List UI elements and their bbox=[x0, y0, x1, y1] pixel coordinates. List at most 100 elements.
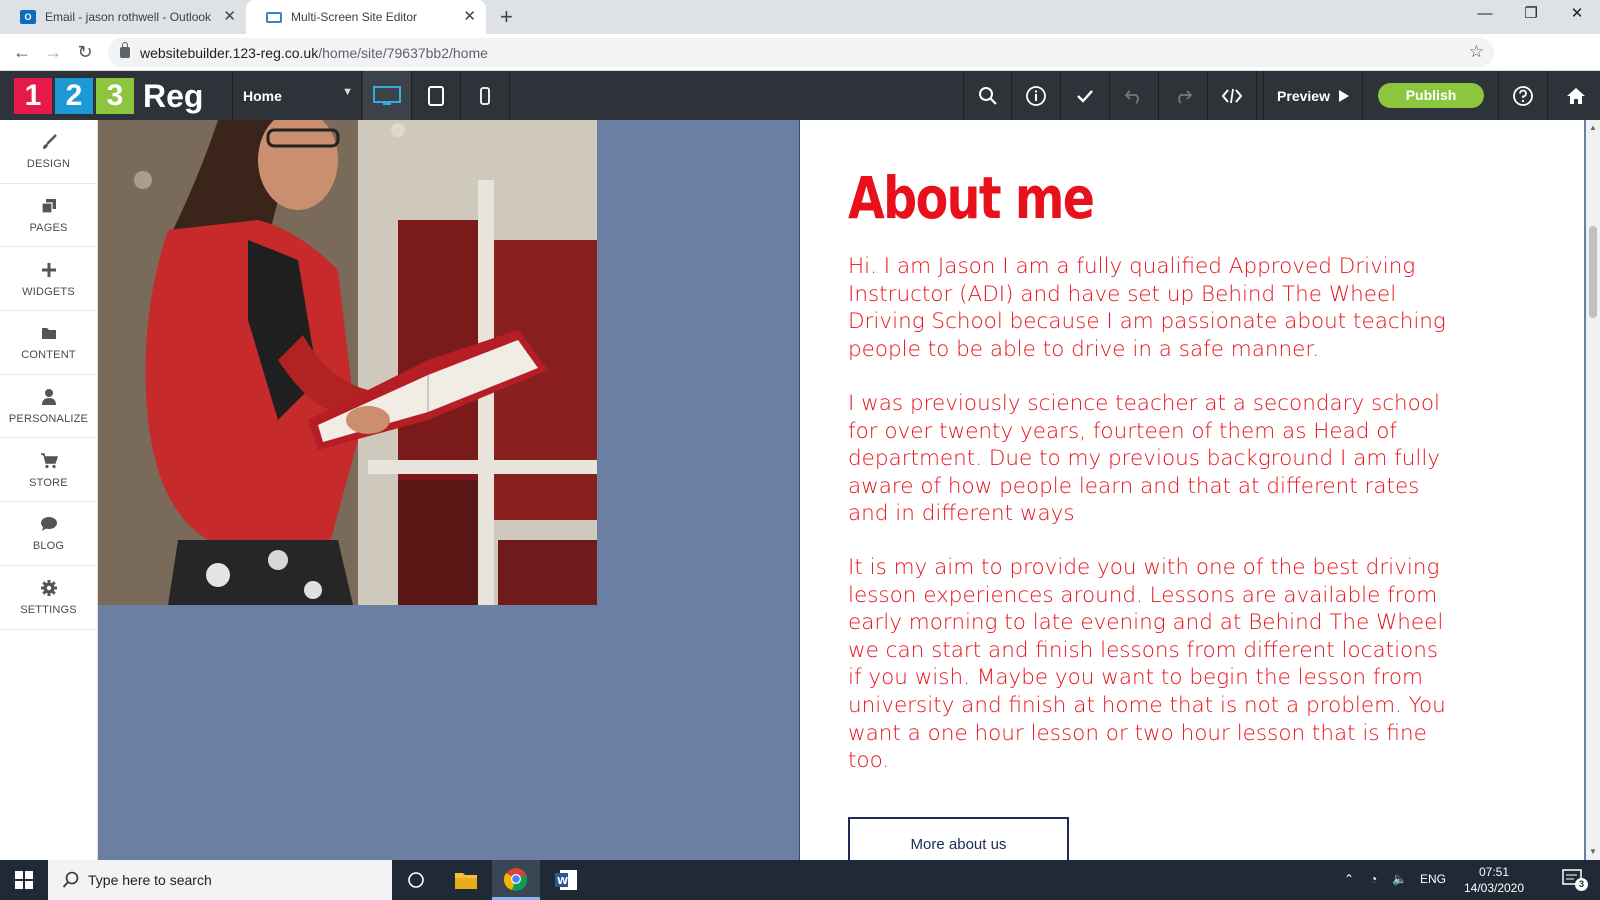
restore-button[interactable]: ❐ bbox=[1508, 4, 1554, 24]
redo-button[interactable] bbox=[1159, 71, 1208, 120]
close-window-button[interactable]: ✕ bbox=[1554, 4, 1600, 24]
gear-icon bbox=[40, 578, 58, 598]
lock-icon bbox=[120, 42, 130, 58]
url-path: /home/site/79637bb2/home bbox=[318, 44, 488, 61]
plus-icon bbox=[41, 260, 57, 280]
folder-icon bbox=[455, 873, 477, 889]
checkmark-icon bbox=[1077, 89, 1093, 103]
brush-icon bbox=[40, 132, 58, 152]
canvas-scrollbar[interactable]: ▲ ▼ bbox=[1586, 120, 1600, 860]
sidebar-item-personalize[interactable]: PERSONALIZE bbox=[0, 375, 97, 439]
forward-arrow-icon[interactable]: → bbox=[41, 41, 65, 63]
speech-bubble-icon bbox=[40, 514, 58, 534]
undo-button[interactable] bbox=[1110, 71, 1159, 120]
mobile-view-button[interactable] bbox=[461, 71, 510, 120]
preview-button[interactable]: Preview bbox=[1263, 71, 1363, 120]
home-button[interactable] bbox=[1551, 71, 1600, 120]
wifi-icon[interactable]: ◔ bbox=[1370, 872, 1377, 886]
notification-count-badge: 3 bbox=[1575, 878, 1588, 891]
clock[interactable]: 07:51 14/03/2020 bbox=[1454, 864, 1534, 896]
sidebar-item-content[interactable]: CONTENT bbox=[0, 311, 97, 375]
tablet-view-button[interactable] bbox=[412, 71, 461, 120]
outlook-icon: O bbox=[20, 10, 36, 24]
language-indicator[interactable]: ENG bbox=[1420, 872, 1446, 886]
site-editor-icon bbox=[266, 11, 282, 23]
sidebar-item-design[interactable]: DESIGN bbox=[0, 120, 97, 184]
tab-outlook[interactable]: O Email - jason rothwell - Outlook ✕ bbox=[0, 0, 246, 34]
search-icon bbox=[62, 871, 79, 888]
windows-taskbar: Type here to search W ⌃ ◔ 🔈 ENG 07:51 14… bbox=[0, 860, 1600, 900]
mobile-icon bbox=[480, 86, 490, 105]
publish-button[interactable]: Publish bbox=[1378, 83, 1484, 108]
task-view-icon bbox=[408, 872, 424, 888]
editor-sidebar: DESIGN PAGES WIDGETS CONTENT PERSONALIZE… bbox=[0, 120, 98, 860]
sidebar-item-label: PAGES bbox=[29, 222, 68, 235]
taskbar-search-field[interactable]: Type here to search bbox=[48, 860, 392, 900]
sidebar-item-label: STORE bbox=[29, 476, 68, 489]
task-view-button[interactable] bbox=[392, 860, 440, 900]
windows-logo-icon bbox=[15, 871, 33, 889]
sidebar-item-settings[interactable]: SETTINGS bbox=[0, 566, 97, 630]
info-button[interactable] bbox=[1012, 71, 1061, 120]
logo-digit-1: 1 bbox=[14, 78, 52, 114]
about-section[interactable]: About me Hi. I am Jason I am a fully qua… bbox=[799, 120, 1584, 860]
chrome-button[interactable] bbox=[492, 860, 540, 900]
clock-date: 14/03/2020 bbox=[1463, 881, 1525, 895]
sidebar-item-pages[interactable]: PAGES bbox=[0, 184, 97, 248]
scroll-up-arrow-icon[interactable]: ▲ bbox=[1589, 123, 1597, 132]
bookmark-star-icon[interactable]: ☆ bbox=[1469, 42, 1484, 62]
desktop-view-button[interactable] bbox=[363, 71, 412, 120]
help-button[interactable] bbox=[1499, 71, 1548, 120]
editor-toolbar: 1 2 3 Reg Home ▼ Preview Publish bbox=[0, 71, 1600, 120]
minimize-button[interactable]: — bbox=[1462, 4, 1508, 24]
back-arrow-icon[interactable]: ← bbox=[10, 41, 34, 63]
page-selector-dropdown[interactable]: Home ▼ bbox=[232, 71, 362, 120]
search-placeholder: Type here to search bbox=[88, 872, 212, 888]
volume-icon[interactable]: 🔈 bbox=[1392, 872, 1407, 886]
sidebar-item-label: DESIGN bbox=[26, 158, 71, 171]
woman-reading-book-image[interactable] bbox=[98, 120, 597, 605]
reload-icon[interactable]: ↻ bbox=[73, 41, 97, 63]
close-tab-icon[interactable]: ✕ bbox=[223, 9, 236, 25]
start-button[interactable] bbox=[0, 860, 48, 900]
info-icon bbox=[1026, 85, 1046, 106]
search-icon bbox=[978, 86, 997, 105]
word-icon: W bbox=[555, 870, 577, 890]
123-reg-logo[interactable]: 1 2 3 Reg bbox=[14, 78, 203, 114]
show-hidden-icons-icon[interactable]: ⌃ bbox=[1344, 872, 1354, 886]
code-button[interactable] bbox=[1208, 71, 1257, 120]
code-icon bbox=[1221, 88, 1243, 103]
tab-site-editor[interactable]: Multi-Screen Site Editor ✕ bbox=[246, 0, 486, 34]
tab-title: Email - jason rothwell - Outlook bbox=[45, 10, 212, 24]
about-heading: About me bbox=[848, 164, 1095, 232]
sidebar-item-label: PERSONALIZE bbox=[8, 413, 89, 426]
sidebar-item-store[interactable]: STORE bbox=[0, 438, 97, 503]
redo-icon bbox=[1178, 89, 1193, 104]
action-center-button[interactable]: 3 bbox=[1562, 869, 1588, 891]
system-tray: ⌃ ◔ 🔈 ENG 07:51 14/03/2020 3 bbox=[1340, 860, 1600, 900]
file-explorer-button[interactable] bbox=[442, 860, 490, 900]
close-tab-icon[interactable]: ✕ bbox=[463, 9, 476, 25]
preview-label: Preview bbox=[1277, 87, 1330, 104]
address-bar-row: ← → ↻ websitebuilder.123-reg.co.uk/home/… bbox=[0, 34, 1600, 98]
word-button[interactable]: W bbox=[542, 860, 590, 900]
sidebar-item-blog[interactable]: BLOG bbox=[0, 502, 97, 566]
checkmark-button[interactable] bbox=[1061, 71, 1110, 120]
svg-text:W: W bbox=[557, 876, 568, 887]
sidebar-item-widgets[interactable]: WIDGETS bbox=[0, 247, 97, 312]
logo-text: Reg bbox=[143, 77, 204, 114]
search-button[interactable] bbox=[963, 71, 1012, 120]
logo-digit-3: 3 bbox=[96, 78, 134, 114]
more-about-us-button[interactable]: More about us bbox=[848, 817, 1069, 860]
scroll-down-arrow-icon[interactable]: ▼ bbox=[1589, 847, 1597, 856]
chrome-icon bbox=[504, 867, 528, 891]
scrollbar-thumb[interactable] bbox=[1589, 226, 1597, 318]
undo-icon bbox=[1124, 89, 1139, 104]
url-field[interactable]: websitebuilder.123-reg.co.uk/home/site/7… bbox=[108, 38, 1494, 67]
play-icon bbox=[1338, 89, 1349, 102]
about-paragraph-1: Hi. I am Jason I am a fully qualified Ap… bbox=[848, 254, 1446, 362]
site-canvas[interactable]: About me Hi. I am Jason I am a fully qua… bbox=[98, 120, 1586, 860]
url-domain: websitebuilder.123-reg.co.uk bbox=[140, 44, 319, 61]
new-tab-button[interactable]: + bbox=[500, 6, 513, 28]
help-icon bbox=[1513, 85, 1533, 106]
